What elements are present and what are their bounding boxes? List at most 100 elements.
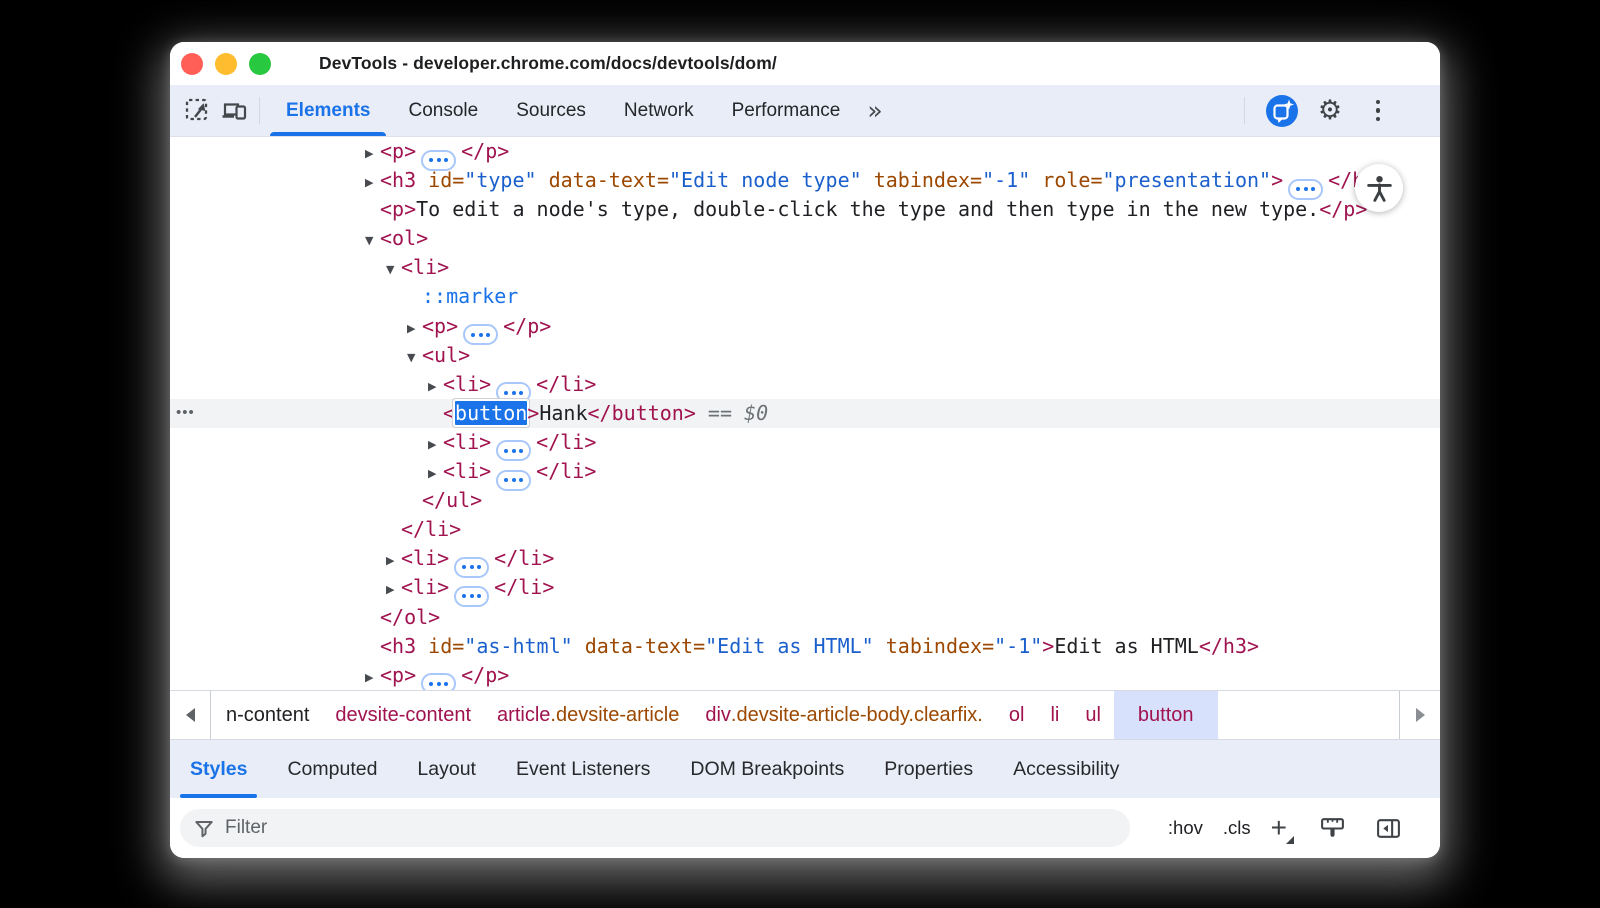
dom-tree-row[interactable]: ▶<p></p> xyxy=(170,312,1440,341)
dom-tree-row[interactable]: <p>To edit a node's type, double-click t… xyxy=(170,195,1440,224)
new-style-rule-button[interactable]: + xyxy=(1271,814,1294,842)
breadcrumb-item-devsite-content[interactable]: devsite-content xyxy=(322,691,484,739)
dom-tree-row-selected[interactable]: •••<button>Hank</button> == $0 xyxy=(170,399,1440,428)
breadcrumb-scroll-right-button[interactable] xyxy=(1399,691,1440,739)
breadcrumb-item-div[interactable]: div.devsite-article-body.clearfix. xyxy=(692,691,996,739)
tab-layout[interactable]: Layout xyxy=(397,740,496,798)
tab-event-listeners[interactable]: Event Listeners xyxy=(496,740,670,798)
code-token-tag: </ul> xyxy=(422,488,482,512)
devtools-toolbar: ElementsConsoleSourcesNetworkPerformance… xyxy=(170,85,1440,137)
chevron-right-icon xyxy=(1416,708,1425,722)
rendering-brush-icon[interactable] xyxy=(1314,810,1350,846)
code-token-tag: </h3> xyxy=(1199,634,1259,658)
expand-arrow-icon[interactable]: ▶ xyxy=(428,430,443,459)
tab-network[interactable]: Network xyxy=(605,85,713,136)
code-token-tag: </p> xyxy=(461,139,509,163)
code-token-tag: </li> xyxy=(536,459,596,483)
tab-accessibility[interactable]: Accessibility xyxy=(993,740,1139,798)
expand-arrow-icon[interactable]: ▶ xyxy=(407,314,422,343)
inspect-icon[interactable] xyxy=(180,93,216,129)
dom-tree-row[interactable]: ▶<li></li> xyxy=(170,457,1440,486)
expand-arrow-icon[interactable]: ▶ xyxy=(365,139,380,168)
node-options-icon[interactable]: ••• xyxy=(176,398,195,427)
dom-tree-row[interactable]: ▶<p></p> xyxy=(170,661,1440,690)
expand-arrow-icon[interactable]: ▶ xyxy=(428,459,443,488)
breadcrumb-scroll-left-button[interactable] xyxy=(170,691,211,739)
code-token-pseudo: ::marker xyxy=(422,284,518,308)
close-button[interactable] xyxy=(181,53,203,75)
dom-tree-panel[interactable]: ▶<p></p>▶<h3 id="type" data-text="Edit n… xyxy=(170,137,1440,690)
dom-tree-row[interactable]: ▼<ol> xyxy=(170,224,1440,253)
tab-properties[interactable]: Properties xyxy=(864,740,993,798)
dom-tree-row[interactable]: ▶<p></p> xyxy=(170,137,1440,166)
code-token-val: "presentation" xyxy=(1103,168,1272,192)
hover-state-toggle[interactable]: :hov xyxy=(1168,817,1203,839)
traffic-lights xyxy=(181,53,271,75)
tab-dom-breakpoints[interactable]: DOM Breakpoints xyxy=(670,740,864,798)
expand-arrow-icon[interactable]: ▶ xyxy=(365,168,380,197)
dom-tree-row[interactable]: ▶<li></li> xyxy=(170,573,1440,602)
code-token-tag: < xyxy=(443,401,455,425)
dom-tree-row[interactable]: ▶<li> </li> xyxy=(170,370,1440,399)
dom-tree-row[interactable]: ▶<li></li> xyxy=(170,544,1440,573)
code-token-tag: </p> xyxy=(503,314,551,338)
collapse-arrow-icon[interactable]: ▼ xyxy=(407,343,422,372)
dom-tree-row[interactable]: ▶<h3 id="type" data-text="Edit node type… xyxy=(170,166,1440,195)
dom-tree-row[interactable]: </ul> xyxy=(170,486,1440,515)
dom-tree-row[interactable]: <h3 id="as-html" data-text="Edit as HTML… xyxy=(170,632,1440,661)
page-background: DevTools - developer.chrome.com/docs/dev… xyxy=(0,0,1600,908)
maximize-button[interactable] xyxy=(249,53,271,75)
expand-arrow-icon[interactable]: ▶ xyxy=(386,546,401,575)
breadcrumb-item-button[interactable]: button xyxy=(1114,691,1218,739)
tab-console[interactable]: Console xyxy=(389,85,497,136)
breadcrumb-item-n-content[interactable]: n-content xyxy=(213,691,322,739)
code-token-tag: <li> xyxy=(443,372,491,396)
more-tabs-icon[interactable]: » xyxy=(859,96,890,125)
device-toolbar-icon[interactable] xyxy=(216,93,252,129)
code-token-val: "as-html" xyxy=(464,634,572,658)
dom-tree-row[interactable]: ▼<ul> xyxy=(170,341,1440,370)
minimize-button[interactable] xyxy=(215,53,237,75)
tab-performance[interactable]: Performance xyxy=(713,85,860,136)
dom-tree-row[interactable]: </ol> xyxy=(170,603,1440,632)
dom-tree-row[interactable]: ▼<li> xyxy=(170,253,1440,282)
dom-tree-row[interactable]: ::marker xyxy=(170,282,1440,311)
breadcrumb-item-ol[interactable]: ol xyxy=(996,691,1038,739)
tab-elements[interactable]: Elements xyxy=(267,85,389,136)
code-token-tag: <ol> xyxy=(380,226,428,250)
dom-tree-row[interactable]: </li> xyxy=(170,515,1440,544)
breadcrumb-item-article[interactable]: article.devsite-article xyxy=(484,691,692,739)
toolbar-divider xyxy=(259,97,260,124)
toolbar-divider xyxy=(1244,97,1245,124)
collapse-arrow-icon[interactable]: ▼ xyxy=(365,226,380,255)
tab-computed[interactable]: Computed xyxy=(267,740,397,798)
code-token-attr: data-text= xyxy=(537,168,669,192)
breadcrumb-item-li[interactable]: li xyxy=(1037,691,1072,739)
tab-sources[interactable]: Sources xyxy=(497,85,605,136)
code-token-tag: </li> xyxy=(494,575,554,599)
code-token-attr: tabindex= xyxy=(874,634,994,658)
tab-styles[interactable]: Styles xyxy=(170,740,267,798)
window-title: DevTools - developer.chrome.com/docs/dev… xyxy=(319,53,777,74)
tag-name-edit-field[interactable]: button xyxy=(455,401,527,425)
class-toggle[interactable]: .cls xyxy=(1223,817,1251,839)
code-token-val: "-1" xyxy=(994,634,1042,658)
expand-arrow-icon[interactable]: ▶ xyxy=(386,575,401,604)
breadcrumb-item-ul[interactable]: ul xyxy=(1072,691,1114,739)
styles-filter-input[interactable]: Filter xyxy=(180,809,1130,847)
panel-tabs: ElementsConsoleSourcesNetworkPerformance xyxy=(267,85,859,136)
code-token-tag: </li> xyxy=(536,430,596,454)
ai-assistance-icon[interactable] xyxy=(1264,93,1300,129)
code-token-tag: </li> xyxy=(536,372,596,396)
ellipsis-expand-icon[interactable] xyxy=(421,673,456,690)
kebab-menu-icon[interactable] xyxy=(1360,93,1396,129)
filter-funnel-icon xyxy=(193,817,215,839)
dom-tree-row[interactable]: ▶<li></li> xyxy=(170,428,1440,457)
expand-arrow-icon[interactable]: ▶ xyxy=(365,663,380,690)
code-token-tag: <h3 xyxy=(380,168,416,192)
collapse-arrow-icon[interactable]: ▼ xyxy=(386,255,401,284)
code-token-tag: > xyxy=(1271,168,1283,192)
toggle-sidebar-icon[interactable] xyxy=(1370,810,1406,846)
settings-gear-icon[interactable]: ⚙ xyxy=(1312,93,1348,129)
expand-arrow-icon[interactable]: ▶ xyxy=(428,372,443,401)
